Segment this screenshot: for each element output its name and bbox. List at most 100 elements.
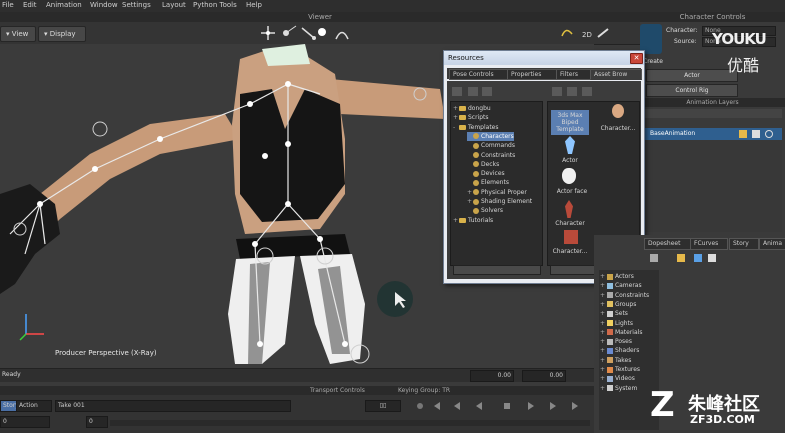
tree-toggle-icon[interactable] [452, 87, 462, 96]
tab-pose-controls[interactable]: Pose Controls [449, 69, 508, 80]
tab-fcurves[interactable]: FCurves [690, 238, 728, 250]
icon-view-icon[interactable] [582, 87, 592, 96]
menu-file[interactable]: File [2, 1, 14, 9]
navigator-item[interactable]: + Poses [600, 337, 632, 346]
asset-label[interactable]: Actor face [550, 188, 594, 195]
mute-icon[interactable] [765, 130, 773, 138]
navigator-item[interactable]: + Groups [600, 300, 636, 309]
pen-tool-icon[interactable] [597, 28, 609, 38]
expand-icon[interactable]: + [600, 357, 607, 364]
expand-icon[interactable]: + [600, 292, 607, 299]
menu-python-tools[interactable]: Python Tools [193, 1, 237, 9]
view-button[interactable]: ▾ View [0, 26, 36, 42]
step-back-icon[interactable] [454, 402, 460, 410]
character-variant-icon[interactable] [564, 230, 578, 244]
arrow-left-icon[interactable] [694, 254, 702, 262]
layer-row[interactable]: BaseAnimation [642, 128, 782, 140]
tree-item[interactable]: + Tutorials [453, 216, 493, 225]
tree-item[interactable]: + Shading Element [467, 197, 532, 206]
navigator-item[interactable]: + Shaders [600, 346, 639, 355]
expand-icon[interactable]: + [600, 347, 607, 354]
tree-item[interactable]: Characters [467, 131, 514, 141]
timeline-slider[interactable] [110, 420, 590, 426]
expand-icon[interactable]: + [600, 329, 607, 336]
display-button[interactable]: ▾ Display [38, 26, 86, 42]
frame-field-a[interactable]: 0 [0, 416, 50, 428]
navigator-item[interactable]: + Textures [600, 365, 640, 374]
asset-label[interactable]: 3ds Max Biped Template [551, 112, 589, 133]
expand-icon[interactable]: + [600, 375, 607, 382]
key-icon[interactable] [650, 254, 658, 262]
time-field-b[interactable]: 0.00 [522, 370, 566, 382]
play-reverse-icon[interactable] [476, 402, 482, 410]
character-face-icon[interactable] [612, 104, 624, 118]
go-end-icon[interactable] [572, 402, 578, 410]
take-select[interactable]: Take 001 [55, 400, 291, 412]
expand-icon[interactable]: + [600, 301, 607, 308]
tree-item[interactable]: + Scripts [453, 113, 489, 122]
list-view-icon[interactable] [552, 87, 562, 96]
tree-item[interactable]: + Physical Proper [467, 188, 527, 197]
tree-scrollbar[interactable] [453, 265, 541, 275]
navigator-item[interactable]: + System [600, 384, 637, 393]
menu-help[interactable]: Help [246, 1, 262, 9]
tab-animation[interactable]: Anima [759, 238, 785, 250]
navigator-item[interactable]: + Constraints [600, 291, 649, 300]
time-field-a[interactable]: 0.00 [470, 370, 514, 382]
tab-dopesheet[interactable]: Dopesheet [644, 238, 692, 250]
navigator-item[interactable]: + Actors [600, 272, 634, 281]
detail-view-icon[interactable] [567, 87, 577, 96]
navigator-item[interactable]: + Sets [600, 309, 628, 318]
tree-item[interactable]: - Templates [453, 123, 499, 132]
asset-label[interactable]: Character... [548, 248, 592, 255]
action-select[interactable]: Action [16, 400, 52, 412]
tree-item[interactable]: Decks [467, 160, 499, 169]
frame-display-icon[interactable]: ▯▯ [365, 400, 401, 412]
expand-icon[interactable]: + [600, 338, 607, 345]
arrow-right-icon[interactable] [708, 254, 716, 262]
step-forward-icon[interactable] [550, 402, 556, 410]
resources-titlebar[interactable]: Resources [444, 51, 644, 65]
layout-icon[interactable] [468, 87, 478, 96]
menu-edit[interactable]: Edit [23, 1, 37, 9]
navigator-item[interactable]: + Lights [600, 319, 633, 328]
tree-item[interactable]: Constraints [467, 151, 515, 160]
solo-icon[interactable] [752, 130, 760, 138]
keying-group[interactable]: Keying Group: TR [398, 386, 450, 395]
menu-window[interactable]: Window [90, 1, 118, 9]
tree-item[interactable]: + dongbu [453, 104, 491, 113]
frame-field-b[interactable]: 0 [86, 416, 108, 428]
tab-filters[interactable]: Filters [556, 69, 591, 80]
expand-icon[interactable]: + [600, 273, 607, 280]
record-icon[interactable] [417, 403, 423, 409]
play-icon[interactable] [528, 402, 534, 410]
asset-label[interactable]: Actor [550, 157, 590, 164]
expand-icon[interactable]: + [600, 366, 607, 373]
2d-mode-label[interactable]: 2D [582, 31, 592, 39]
character-icon[interactable] [565, 200, 573, 218]
navigator-item[interactable]: + Cameras [600, 281, 642, 290]
expand-icon[interactable]: + [600, 282, 607, 289]
tree-item[interactable]: Solvers [467, 206, 503, 215]
translate-tool-icon[interactable] [283, 25, 297, 36]
tab-story[interactable]: Story [729, 238, 759, 250]
navigator-item[interactable]: + Videos [600, 374, 635, 383]
tree-item[interactable]: Commands [467, 141, 515, 150]
menu-animation[interactable]: Animation [46, 1, 82, 9]
tab-asset-browser[interactable]: Asset Brow [590, 69, 642, 80]
tab-properties[interactable]: Properties [507, 69, 557, 80]
expand-icon[interactable]: + [600, 385, 607, 392]
control-rig-button[interactable]: Control Rig [646, 84, 738, 97]
stop-icon[interactable] [504, 403, 510, 409]
lock-icon[interactable] [677, 254, 685, 262]
navigator-item[interactable]: + Takes [600, 356, 631, 365]
curve-tool-icon[interactable] [561, 29, 573, 37]
actor-icon[interactable] [565, 136, 575, 154]
close-icon[interactable]: ✕ [630, 53, 643, 64]
menu-layout[interactable]: Layout [162, 1, 186, 9]
expand-icon[interactable]: + [600, 310, 607, 317]
scale-tool-icon[interactable] [318, 28, 326, 36]
move-tool-icon[interactable] [261, 26, 275, 40]
actor-button[interactable]: Actor [646, 69, 738, 82]
actor-face-icon[interactable] [562, 168, 576, 184]
